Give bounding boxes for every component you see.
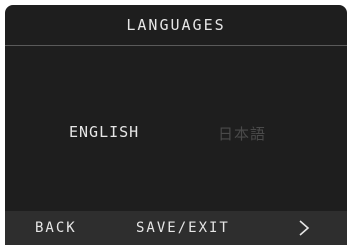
language-option-english[interactable]: ENGLISH [69,123,139,141]
back-button[interactable]: BACK [35,211,77,245]
next-button[interactable] [293,211,315,245]
header-bar: LANGUAGES [5,5,347,46]
device-frame: LANGUAGES ENGLISH 日本語 BACK SAVE/EXIT [0,0,352,245]
display-screen: LANGUAGES ENGLISH 日本語 BACK SAVE/EXIT [5,5,347,245]
save-exit-button[interactable]: SAVE/EXIT [136,211,230,245]
chevron-right-icon [299,220,310,236]
page-title: LANGUAGES [126,16,226,34]
footer-bar: BACK SAVE/EXIT [5,211,347,245]
language-options: ENGLISH 日本語 [5,46,347,211]
language-option-japanese[interactable]: 日本語 [218,123,266,144]
